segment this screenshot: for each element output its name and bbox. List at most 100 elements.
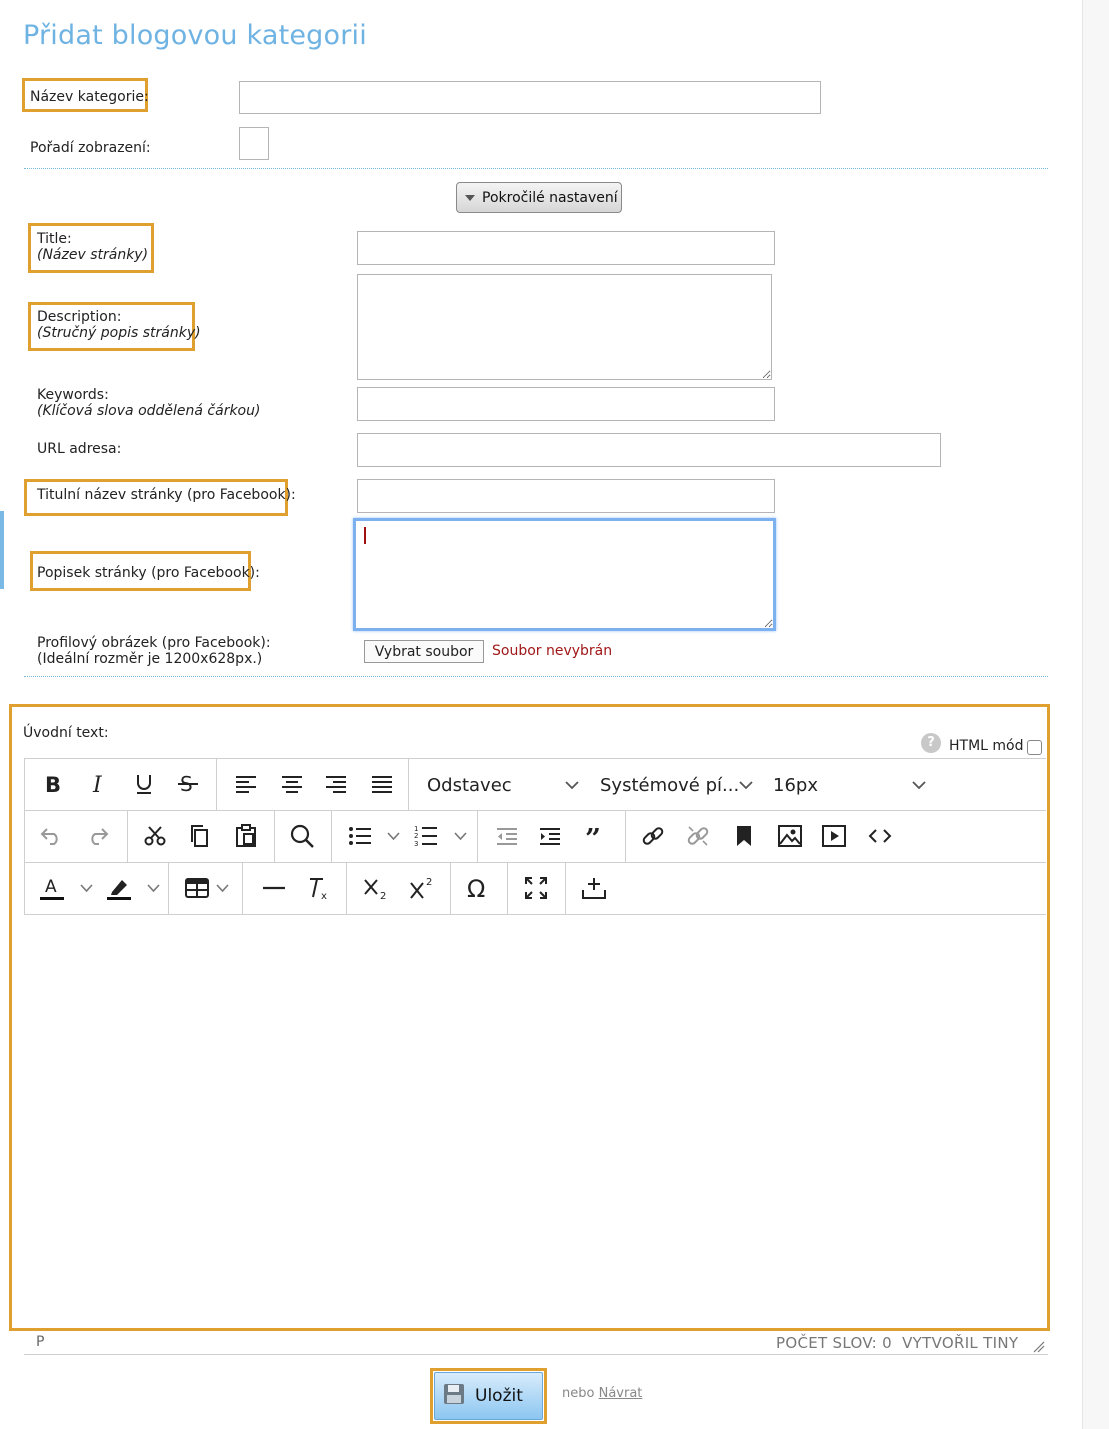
advanced-settings-label: Pokročilé nastavení [482, 189, 618, 206]
word-count[interactable]: POČET SLOV: 0 [776, 1334, 892, 1352]
file-status-text: Soubor nevybrán [492, 643, 613, 659]
blockquote-icon[interactable]: ” [583, 822, 609, 850]
resize-handle-icon[interactable] [1032, 1340, 1046, 1354]
chevron-down-icon[interactable] [214, 879, 230, 897]
image-icon[interactable] [777, 822, 803, 850]
chevron-down-icon[interactable] [737, 776, 755, 794]
underline-icon[interactable] [131, 770, 157, 798]
unlink-icon[interactable] [685, 822, 711, 850]
display-order-input[interactable] [239, 127, 269, 160]
fb-title-label: Titulní název stránky (pro Facebook): [37, 487, 296, 503]
powered-by-link[interactable]: VYTVOŘIL TINY [902, 1334, 1018, 1352]
toolbar-border [24, 758, 25, 915]
fb-image-hint: (Ideální rozměr je 1200x628px.) [37, 651, 263, 667]
html-mode-label: HTML mód [949, 738, 1024, 754]
copy-icon[interactable] [186, 822, 212, 850]
svg-text:Ω: Ω [467, 875, 485, 901]
toolbar-separator [127, 811, 128, 862]
font-family-select[interactable]: Systémové pí... [600, 775, 739, 796]
help-icon[interactable]: ? [921, 733, 941, 753]
svg-text:A: A [45, 877, 57, 897]
floppy-icon [443, 1383, 465, 1410]
divider [24, 168, 1048, 169]
title-input[interactable] [357, 231, 775, 265]
svg-text:2: 2 [426, 877, 432, 888]
status-info: POČET SLOV: 0 VYTVOŘIL TINY [776, 1334, 1018, 1352]
category-name-input[interactable] [239, 81, 821, 114]
paste-icon[interactable] [233, 822, 259, 850]
horizontal-rule-icon[interactable] [260, 874, 288, 902]
highlight-color-icon[interactable] [105, 874, 133, 902]
fullscreen-icon[interactable] [522, 874, 550, 902]
editor-content-area[interactable] [25, 915, 1045, 1327]
save-button[interactable]: Uložit [434, 1372, 543, 1420]
fb-description-textarea[interactable] [353, 518, 776, 631]
align-left-icon[interactable] [233, 770, 259, 798]
element-path[interactable]: P [36, 1334, 44, 1350]
code-icon[interactable] [867, 822, 893, 850]
description-hint: (Stručný popis stránky) [37, 325, 201, 341]
save-button-label: Uložit [475, 1386, 523, 1406]
clear-formatting-icon[interactable]: x [304, 874, 332, 902]
back-link[interactable]: Návrat [599, 1386, 643, 1401]
font-size-select[interactable]: 16px [773, 775, 818, 796]
chevron-down-icon[interactable] [910, 776, 928, 794]
text-color-icon[interactable]: A [38, 874, 66, 902]
bullet-list-icon[interactable] [347, 822, 373, 850]
chevron-down-icon[interactable] [385, 827, 401, 845]
or-label: nebo [562, 1386, 595, 1401]
chevron-down-icon[interactable] [563, 776, 581, 794]
description-label: Description: [37, 309, 122, 325]
or-text: nebo Návrat [562, 1386, 642, 1401]
indent-icon[interactable] [537, 822, 563, 850]
toolbar-separator [242, 863, 243, 914]
fb-image-label-group: Profilový obrázek (pro Facebook): (Ideál… [37, 635, 271, 667]
svg-text:2: 2 [414, 832, 418, 840]
toolbar-separator [408, 759, 409, 810]
fb-description-label: Popisek stránky (pro Facebook): [37, 565, 260, 581]
keywords-label-group: Keywords: (Klíčová slova oddělená čárkou… [37, 387, 260, 419]
bold-icon[interactable]: B [40, 770, 66, 798]
undo-icon[interactable] [38, 822, 64, 850]
category-name-label: Název kategorie: [30, 89, 149, 105]
description-label-group: Description: (Stručný popis stránky) [37, 309, 201, 341]
svg-text:B: B [45, 773, 61, 795]
insert-icon[interactable] [580, 874, 608, 902]
table-icon[interactable] [183, 874, 211, 902]
bookmark-icon[interactable] [731, 822, 757, 850]
keywords-input[interactable] [357, 387, 775, 421]
media-icon[interactable] [821, 822, 847, 850]
outdent-icon[interactable] [494, 822, 520, 850]
search-icon[interactable] [289, 822, 315, 850]
page-title: Přidat blogovou kategorii [23, 20, 367, 51]
chevron-down-icon[interactable] [145, 879, 161, 897]
title-hint: (Název stránky) [37, 247, 149, 263]
chevron-down-icon[interactable] [78, 879, 94, 897]
chevron-down-icon[interactable] [452, 827, 468, 845]
align-right-icon[interactable] [323, 770, 349, 798]
subscript-icon[interactable]: 2 [362, 874, 390, 902]
align-center-icon[interactable] [279, 770, 305, 798]
url-input[interactable] [357, 433, 941, 467]
html-mode-checkbox[interactable] [1027, 740, 1042, 755]
choose-file-button[interactable]: Vybrat soubor [364, 640, 484, 663]
toolbar-separator [216, 759, 217, 810]
advanced-settings-button[interactable]: Pokročilé nastavení [456, 182, 622, 213]
scrollbar[interactable] [1082, 0, 1109, 1429]
special-char-icon[interactable]: Ω [464, 874, 492, 902]
url-label: URL adresa: [37, 441, 122, 457]
description-textarea[interactable] [357, 274, 772, 380]
superscript-icon[interactable]: 2 [408, 874, 436, 902]
numbered-list-icon[interactable]: 123 [413, 822, 439, 850]
keywords-hint: (Klíčová slova oddělená čárkou) [37, 403, 261, 419]
block-format-select[interactable]: Odstavec [427, 775, 512, 796]
fb-title-input[interactable] [357, 479, 775, 513]
strikethrough-icon[interactable]: S [175, 770, 201, 798]
toolbar-separator [274, 811, 275, 862]
link-icon[interactable] [640, 822, 666, 850]
toolbar-separator [507, 863, 508, 914]
align-justify-icon[interactable] [369, 770, 395, 798]
cut-icon[interactable] [142, 822, 168, 850]
italic-icon[interactable]: I [86, 770, 112, 798]
redo-icon[interactable] [85, 822, 111, 850]
